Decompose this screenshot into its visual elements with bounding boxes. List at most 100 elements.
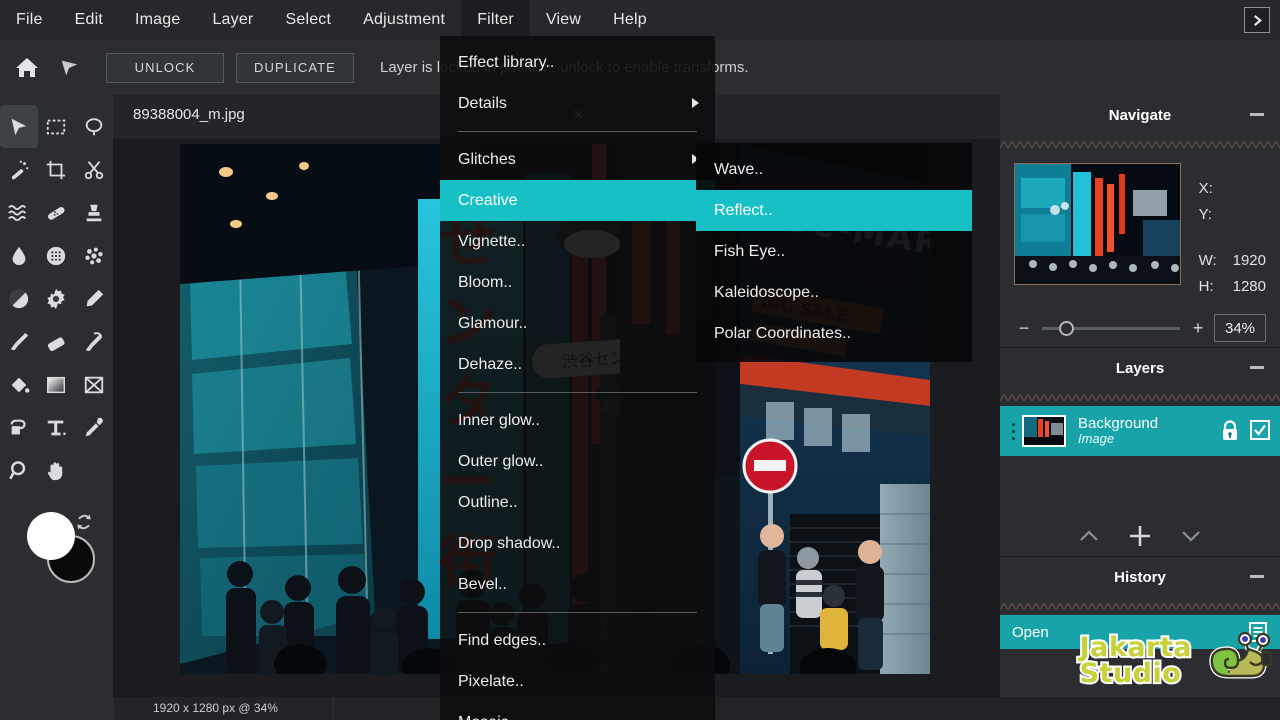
minimize-icon[interactable]	[1250, 575, 1264, 578]
zoom-slider[interactable]	[1042, 320, 1180, 336]
layers-panel-header[interactable]: Layers	[1000, 348, 1280, 388]
half-circle-icon	[9, 289, 28, 308]
tool-liquify[interactable]	[0, 191, 38, 234]
tool-marquee-select[interactable]	[38, 105, 76, 148]
menu-item-outer-glow[interactable]: Outer glow..	[440, 441, 715, 482]
tool-lasso[interactable]	[75, 105, 113, 148]
chevron-up-icon[interactable]	[1077, 526, 1101, 546]
menu-item-creative[interactable]: Creative	[440, 180, 715, 221]
menu-filter[interactable]: Filter	[461, 0, 530, 40]
zoom-control[interactable]: − + 34%	[1014, 309, 1266, 347]
menu-item-inner-glow[interactable]: Inner glow..	[440, 400, 715, 441]
menu-image[interactable]: Image	[119, 0, 196, 40]
home-button[interactable]	[10, 51, 44, 85]
tool-blur[interactable]	[0, 234, 38, 277]
navigate-panel-header[interactable]: Navigate	[1000, 95, 1280, 135]
tool-pattern[interactable]	[75, 363, 113, 406]
zoom-out-button[interactable]: −	[1014, 318, 1034, 339]
navigator-thumbnail[interactable]	[1014, 163, 1181, 285]
panel-grip-zigzag	[999, 139, 1280, 150]
tool-scissors[interactable]	[75, 148, 113, 191]
menu-item-outline[interactable]: Outline..	[440, 482, 715, 523]
zoom-value-field[interactable]: 34%	[1214, 314, 1266, 342]
tool-gradient[interactable]	[38, 363, 76, 406]
chevron-down-icon[interactable]	[1179, 526, 1203, 546]
menu-item-glamour[interactable]: Glamour..	[440, 303, 715, 344]
zoom-in-button[interactable]: +	[1188, 318, 1208, 339]
menu-file[interactable]: File	[0, 0, 59, 40]
menu-item-details[interactable]: Details	[440, 83, 715, 124]
submenu-item-wave[interactable]: Wave..	[696, 149, 972, 190]
panel-toggle-button[interactable]	[1244, 7, 1270, 33]
tool-move[interactable]	[0, 105, 38, 148]
tool-healing-brush[interactable]	[38, 191, 76, 234]
tool-noise[interactable]	[75, 234, 113, 277]
tool-shape[interactable]	[0, 406, 38, 449]
color-swatches[interactable]	[0, 506, 113, 598]
menu-item-pixelate[interactable]: Pixelate..	[440, 661, 715, 702]
zoom-slider-knob[interactable]	[1058, 320, 1074, 336]
creative-submenu[interactable]: Wave.. Reflect.. Fish Eye.. Kaleidoscope…	[696, 143, 972, 362]
menu-item-effect-library[interactable]: Effect library..	[440, 42, 715, 83]
history-panel-header[interactable]: History	[1000, 557, 1280, 597]
duplicate-button[interactable]: DUPLICATE	[236, 52, 354, 83]
tool-smudge[interactable]	[75, 320, 113, 363]
layer-item-background[interactable]: Background Image	[1000, 406, 1280, 456]
menu-adjustment[interactable]: Adjustment	[347, 0, 461, 40]
history-item-label: Open	[1012, 623, 1049, 641]
menu-item-glitches[interactable]: Glitches	[440, 139, 715, 180]
move-tool-option[interactable]	[52, 51, 86, 85]
nav-key-y: Y:	[1198, 205, 1212, 223]
tool-paint-brush[interactable]	[0, 320, 38, 363]
menu-item-drop-shadow[interactable]: Drop shadow..	[440, 523, 715, 564]
scissors-icon	[84, 160, 104, 179]
tool-halftone[interactable]	[38, 234, 76, 277]
tool-zoom[interactable]	[0, 449, 38, 492]
foreground-color-swatch[interactable]	[27, 512, 75, 560]
menu-edit[interactable]: Edit	[59, 0, 119, 40]
menu-select[interactable]: Select	[269, 0, 347, 40]
tool-magic-wand[interactable]	[0, 148, 38, 191]
submenu-item-reflect[interactable]: Reflect..	[696, 190, 972, 231]
swap-colors-button[interactable]	[74, 512, 94, 537]
filter-dropdown-menu[interactable]: Effect library.. Details Glitches Creati…	[440, 36, 715, 720]
tool-panel	[0, 95, 113, 720]
tool-sharpen[interactable]	[38, 277, 76, 320]
submenu-item-polar-coordinates[interactable]: Polar Coordinates..	[696, 313, 972, 354]
menu-item-mosaic[interactable]: Mosaic..	[440, 702, 715, 720]
menu-item-label: Details	[458, 94, 507, 112]
tool-text[interactable]	[38, 406, 76, 449]
submenu-item-kaleidoscope[interactable]: Kaleidoscope..	[696, 272, 972, 313]
submenu-item-fish-eye[interactable]: Fish Eye..	[696, 231, 972, 272]
tool-pan[interactable]	[38, 449, 76, 492]
tool-dodge-burn[interactable]	[0, 277, 38, 320]
menu-item-find-edges[interactable]: Find edges..	[440, 620, 715, 661]
minimize-icon[interactable]	[1250, 113, 1264, 116]
menu-help[interactable]: Help	[597, 0, 663, 40]
navigator-thumbnail-image	[1015, 164, 1180, 284]
tool-paint-bucket[interactable]	[0, 363, 38, 406]
layer-options-icon[interactable]	[1008, 422, 1018, 440]
visibility-checkbox-icon[interactable]	[1250, 420, 1270, 440]
plus-icon[interactable]	[1127, 523, 1153, 549]
eyedropper-icon	[85, 417, 104, 436]
tool-pen[interactable]	[75, 277, 113, 320]
menu-item-dehaze[interactable]: Dehaze..	[440, 344, 715, 385]
panel-grip-zigzag	[999, 601, 1280, 612]
tool-eyedropper[interactable]	[75, 406, 113, 449]
tool-clone-stamp[interactable]	[75, 191, 113, 234]
minimize-icon[interactable]	[1250, 366, 1264, 369]
lock-icon[interactable]	[1220, 420, 1240, 442]
tool-crop[interactable]	[38, 148, 76, 191]
tool-eraser[interactable]	[38, 320, 76, 363]
waves-icon	[8, 204, 26, 221]
menu-item-bloom[interactable]: Bloom..	[440, 262, 715, 303]
menu-item-bevel[interactable]: Bevel..	[440, 564, 715, 605]
layers-empty-area	[1000, 456, 1280, 516]
menu-view[interactable]: View	[530, 0, 597, 40]
document-tab-label[interactable]: 89388004_m.jpg	[133, 106, 245, 123]
unlock-button[interactable]: UNLOCK	[106, 52, 224, 83]
layer-action-bar	[1000, 516, 1280, 556]
menu-layer[interactable]: Layer	[196, 0, 269, 40]
menu-item-vignette[interactable]: Vignette..	[440, 221, 715, 262]
